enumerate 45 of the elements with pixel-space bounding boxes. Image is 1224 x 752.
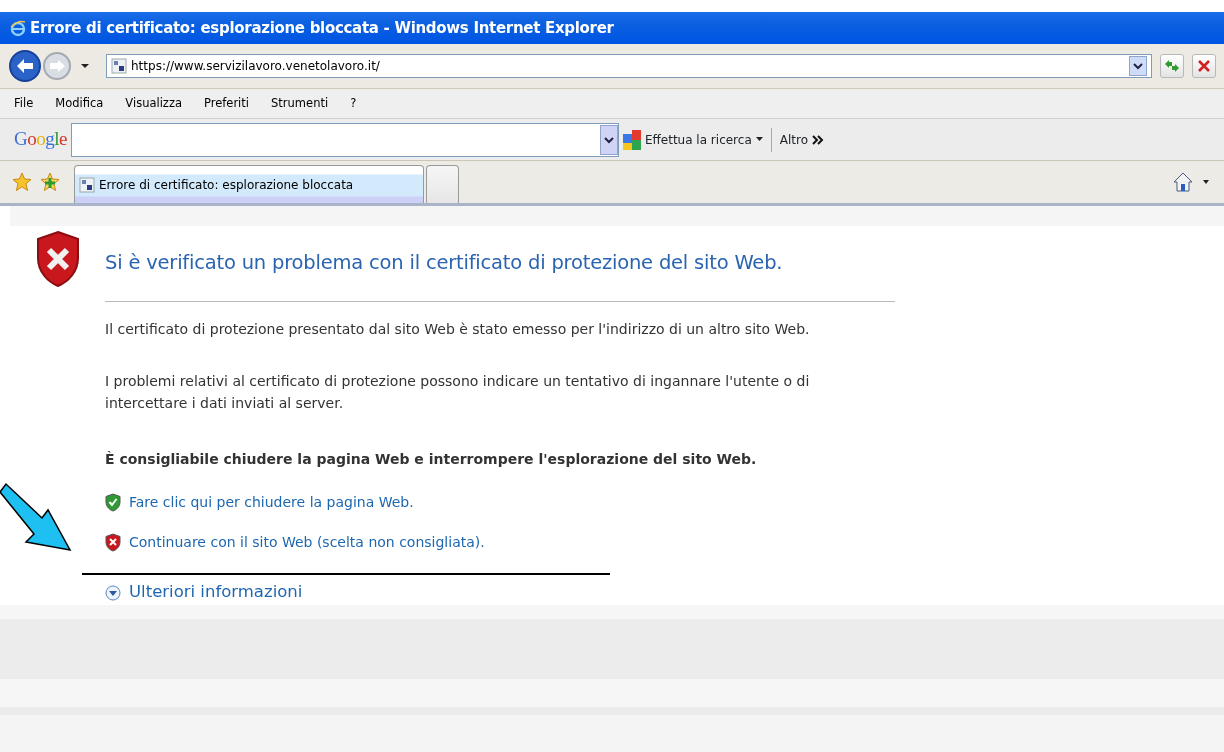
heading: Si è verificato un problema con il certificato di protezione del sito Web. <box>105 250 784 276</box>
home-icon[interactable] <box>1172 171 1194 193</box>
dropdown-icon[interactable] <box>1129 56 1147 76</box>
chevrons-right-icon <box>812 134 824 145</box>
address-field[interactable]: https://www.servizilavoro.venetolavoro.it/ <box>106 54 1152 78</box>
menu-item[interactable]: File <box>14 94 34 113</box>
more-button[interactable]: Altro <box>779 130 824 149</box>
recommendation-text: È consigliabile chiudere la pagina Web e interrompere l'esplorazione del sito Web. <box>105 450 758 470</box>
browser-logo-icon <box>10 19 26 37</box>
browser-tab[interactable] <box>426 165 459 203</box>
paragraph: I problemi relativi al certificato di protezione possono indicare un tentativo di ingannare l'utente o di intercettare i dati inviati al server. <box>105 372 811 414</box>
search-button[interactable]: Effettua la ricerca <box>644 130 763 149</box>
paragraph: Il certificato di protezione presentato dal sito Web è stato emesso per l'indirizzo di un altro sito Web. <box>105 320 811 340</box>
shield-error-icon <box>35 230 80 288</box>
caret-icon <box>755 137 763 142</box>
page-icon <box>111 58 127 74</box>
refresh-icon <box>1164 59 1180 73</box>
shield-check-icon <box>105 492 121 512</box>
link[interactable]: Continuare con il sito Web (scelta non consigliata). <box>129 531 485 553</box>
chevron-down-icon[interactable] <box>105 584 121 601</box>
menu-item[interactable]: Modifica <box>55 94 104 113</box>
google-logo: Google <box>14 127 67 152</box>
star-icon[interactable] <box>12 172 32 192</box>
search-field[interactable] <box>70 122 619 157</box>
window-title: Errore di certificato: esplorazione bloccata - Windows Internet Explorer <box>30 17 614 39</box>
caret-icon[interactable] <box>1202 179 1210 185</box>
google-g-icon <box>622 129 641 150</box>
stop-button[interactable] <box>1192 54 1216 78</box>
close-icon <box>1197 59 1211 73</box>
caret-icon[interactable] <box>80 63 90 69</box>
menu-item[interactable]: Preferiti <box>204 94 250 113</box>
menu-item[interactable]: Strumenti <box>271 94 329 113</box>
link[interactable]: Fare clic qui per chiudere la pagina Web. <box>129 491 414 513</box>
back-icon[interactable] <box>8 49 42 83</box>
menu-item[interactable]: ? <box>350 94 357 113</box>
menu-item[interactable]: Visualizza <box>125 94 182 113</box>
page-icon <box>79 176 95 193</box>
pointer-arrow-drawing <box>0 482 72 552</box>
add-favorite-icon[interactable] <box>40 172 60 192</box>
more-info-link[interactable]: Ulteriori informazioni <box>129 580 303 605</box>
browser-tab[interactable]: Errore di certificato: esplorazione bloccata <box>74 165 424 203</box>
dropdown-icon[interactable] <box>599 124 618 155</box>
refresh-button[interactable] <box>1160 54 1184 78</box>
url-text: https://www.servizilavoro.venetolavoro.it/ <box>131 58 380 75</box>
shield-error-icon <box>105 532 121 552</box>
